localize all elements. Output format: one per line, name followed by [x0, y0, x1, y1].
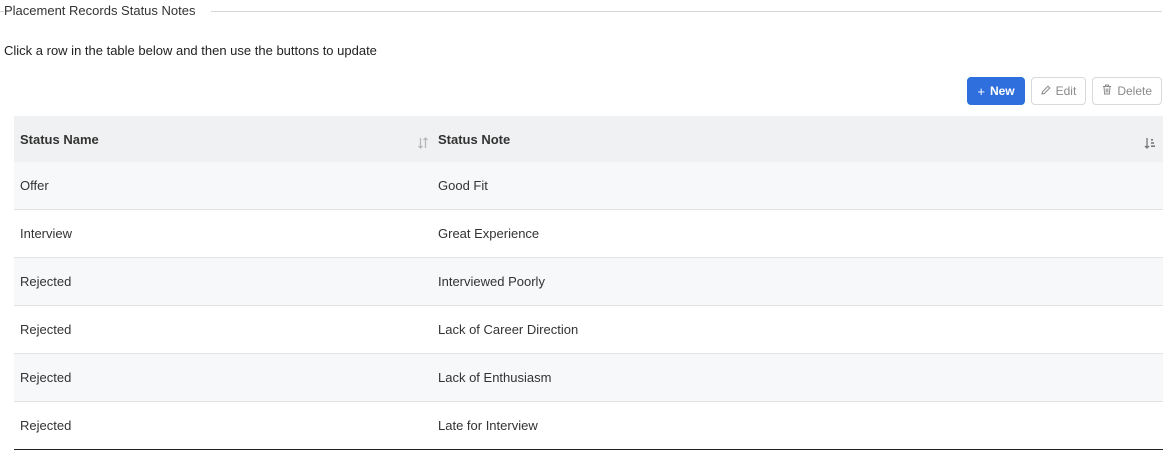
table-row[interactable]: Rejected Lack of Career Direction — [14, 306, 1163, 354]
table-row[interactable]: Rejected Interviewed Poorly — [14, 258, 1163, 306]
trash-icon — [1102, 84, 1112, 98]
table-body: Offer Good Fit Interview Great Experience Re… — [14, 162, 1163, 450]
edit-button[interactable]: Edit — [1030, 77, 1087, 105]
placement-status-notes-panel: Placement Records Status Notes Click a r… — [0, 0, 1174, 457]
cell-status-note: Late for Interview — [438, 418, 538, 433]
plus-icon: + — [977, 83, 985, 99]
new-button-label: New — [989, 84, 1015, 98]
cell-status-note: Good Fit — [438, 178, 488, 193]
table-row[interactable]: Rejected Late for Interview — [14, 402, 1163, 450]
edit-button-label: Edit — [1055, 84, 1077, 98]
column-header-status-name[interactable]: Status Name — [14, 116, 432, 162]
fieldset: Placement Records Status Notes — [0, 0, 1162, 22]
cell-status-name: Offer — [20, 178, 49, 193]
column-header-status-note[interactable]: Status Note — [432, 116, 1163, 162]
section-title: Placement Records Status Notes — [4, 3, 212, 18]
cell-status-note: Lack of Enthusiasm — [438, 370, 552, 385]
column-header-label: Status Name — [20, 131, 99, 147]
table-header: Status Name Status Note — [14, 116, 1163, 162]
cell-status-name: Rejected — [20, 274, 72, 289]
cell-status-name: Rejected — [20, 418, 72, 433]
pencil-icon — [1040, 84, 1051, 98]
new-button[interactable]: + New — [967, 77, 1025, 105]
cell-status-note: Great Experience — [438, 226, 540, 241]
instructions-text: Click a row in the table below and then … — [4, 43, 377, 58]
cell-status-note: Lack of Career Direction — [438, 322, 579, 337]
status-notes-table: Status Name Status Note Offer Good Fit Int… — [14, 116, 1163, 450]
delete-button-label: Delete — [1117, 84, 1152, 98]
column-header-label: Status Note — [438, 131, 511, 147]
toolbar: + New Edit Delete — [967, 77, 1162, 105]
sort-unsorted-icon[interactable] — [417, 136, 429, 150]
cell-status-note: Interviewed Poorly — [438, 274, 545, 289]
cell-status-name: Rejected — [20, 322, 72, 337]
delete-button[interactable]: Delete — [1092, 77, 1162, 105]
sort-ascending-icon[interactable] — [1144, 136, 1156, 150]
table-row[interactable]: Offer Good Fit — [14, 162, 1163, 210]
cell-status-name: Interview — [20, 226, 73, 241]
table-row[interactable]: Interview Great Experience — [14, 210, 1163, 258]
table-row[interactable]: Rejected Lack of Enthusiasm — [14, 354, 1163, 402]
cell-status-name: Rejected — [20, 370, 72, 385]
